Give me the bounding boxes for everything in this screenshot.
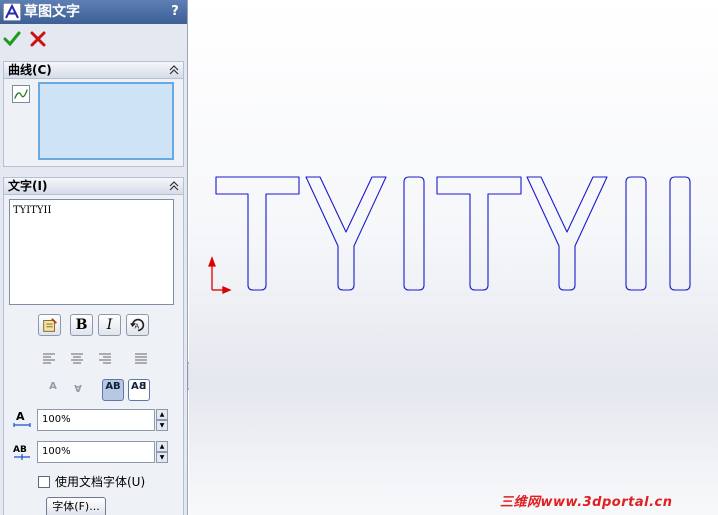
watermark-text: 三维网www.3dportal.cn: [500, 495, 673, 510]
panel-title-bar: 草图文字 ?: [0, 0, 187, 24]
text-direction-rl-label: BA: [131, 381, 147, 392]
collapse-chevron-icon[interactable]: [168, 64, 180, 76]
char-spacing-spinner[interactable]: ▲ ▼: [156, 441, 168, 463]
help-button[interactable]: ?: [167, 3, 183, 21]
sketch-text-outline[interactable]: [215, 176, 691, 291]
spin-up-icon[interactable]: ▲: [156, 441, 168, 452]
curves-group-title: 曲线(C): [8, 63, 52, 77]
letter-t-2: [436, 176, 522, 291]
text-group-body: TYITYII B I A A A AB BA A 100% ▲ ▼ AB 10…: [3, 195, 184, 515]
curve-selection-box[interactable]: [38, 82, 174, 160]
width-factor-icon: A: [13, 410, 31, 427]
bold-button[interactable]: B: [70, 314, 93, 336]
font-button[interactable]: 字体(F)...: [46, 497, 106, 515]
ok-check-icon[interactable]: [3, 30, 21, 48]
char-spacing-icon: AB: [13, 445, 30, 460]
curve-icon: [12, 85, 30, 103]
cancel-x-icon[interactable]: [29, 30, 47, 48]
text-direction-lr-button[interactable]: AB: [102, 379, 124, 401]
text-direction-lr-label: AB: [105, 381, 121, 392]
letter-y-2: [526, 176, 608, 291]
flip-vertical-button[interactable]: A: [42, 379, 64, 401]
svg-text:A: A: [134, 322, 139, 331]
align-left-icon[interactable]: [42, 352, 56, 364]
collapse-chevron-icon[interactable]: [168, 180, 180, 192]
sketch-canvas: [208, 176, 691, 294]
flip-horizontal-button[interactable]: A: [67, 379, 89, 401]
edit-text-button[interactable]: [38, 314, 61, 336]
rotate-button[interactable]: A: [126, 314, 149, 336]
curves-group-header[interactable]: 曲线(C): [3, 61, 184, 79]
curves-group-body: [3, 79, 184, 167]
letter-i-3: [625, 176, 647, 291]
align-right-icon[interactable]: [98, 352, 112, 364]
letter-y-1: [305, 176, 387, 291]
svg-text:AB: AB: [13, 445, 27, 455]
text-direction-rl-button[interactable]: BA: [128, 379, 150, 401]
spin-down-icon[interactable]: ▼: [156, 452, 168, 463]
use-doc-font-label: 使用文档字体(U): [55, 475, 146, 489]
align-center-icon[interactable]: [70, 352, 84, 364]
letter-t-1: [215, 176, 300, 291]
char-spacing-input[interactable]: 100%: [37, 441, 155, 463]
flip-vertical-label: A: [49, 381, 57, 392]
spin-down-icon[interactable]: ▼: [156, 420, 168, 431]
width-factor-input[interactable]: 100%: [37, 409, 155, 431]
property-manager-panel: 草图文字 ? 曲线(C) 文字(I) TYITYII B I A A A AB …: [0, 0, 188, 515]
sketch-text-icon: [3, 3, 21, 21]
align-justify-icon[interactable]: [134, 352, 148, 364]
flip-horizontal-label: A: [74, 382, 82, 393]
rotate-icon: A: [129, 318, 144, 332]
spin-up-icon[interactable]: ▲: [156, 409, 168, 420]
italic-button[interactable]: I: [98, 314, 121, 336]
origin-axes-icon: [208, 256, 232, 294]
edit-text-icon: [42, 318, 57, 332]
use-doc-font-checkbox[interactable]: [38, 476, 50, 488]
text-input[interactable]: TYITYII: [9, 199, 174, 305]
width-factor-spinner[interactable]: ▲ ▼: [156, 409, 168, 431]
svg-text:A: A: [16, 410, 25, 423]
text-group-title: 文字(I): [8, 179, 48, 193]
graphics-area[interactable]: 三维网www.3dportal.cn: [189, 0, 718, 515]
panel-title: 草图文字: [24, 4, 80, 20]
letter-i-4: [669, 176, 691, 291]
letter-i-1: [403, 176, 425, 291]
text-group-header[interactable]: 文字(I): [3, 177, 184, 195]
